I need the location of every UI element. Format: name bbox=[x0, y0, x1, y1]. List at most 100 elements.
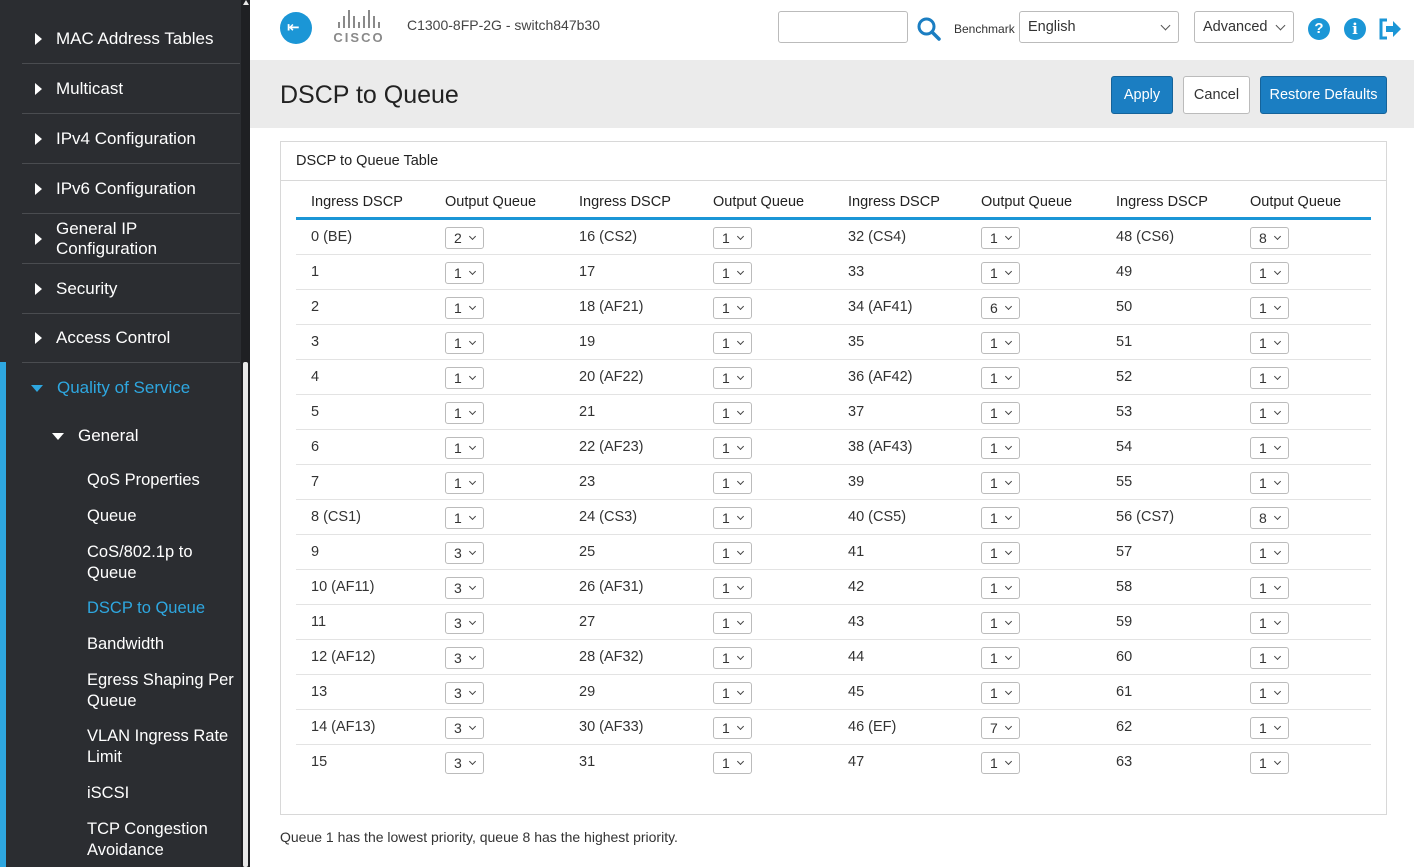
sidebar-item-general[interactable]: General bbox=[52, 418, 138, 454]
output-queue-select[interactable]: 1 bbox=[713, 367, 752, 389]
sidebar-subitem-egress-shaping[interactable]: Egress Shaping Per Queue bbox=[87, 670, 237, 712]
output-queue-select[interactable]: 1 bbox=[713, 577, 752, 599]
output-queue-select[interactable]: 1 bbox=[1250, 542, 1289, 564]
sidebar-subitem-cos-to-queue[interactable]: CoS/802.1p to Queue bbox=[87, 542, 207, 584]
output-queue-select[interactable]: 3 bbox=[445, 682, 484, 704]
output-queue-select[interactable]: 3 bbox=[445, 752, 484, 774]
output-queue-select[interactable]: 6 bbox=[981, 297, 1020, 319]
output-queue-select[interactable]: 1 bbox=[1250, 717, 1289, 739]
output-queue-select[interactable]: 1 bbox=[713, 472, 752, 494]
restore-defaults-button[interactable]: Restore Defaults bbox=[1260, 76, 1387, 114]
output-queue-select[interactable]: 1 bbox=[981, 647, 1020, 669]
output-queue-select[interactable]: 2 bbox=[445, 227, 484, 249]
output-queue-select[interactable]: 8 bbox=[1250, 507, 1289, 529]
sidebar-subitem-queue[interactable]: Queue bbox=[87, 506, 237, 527]
output-queue-select[interactable]: 1 bbox=[445, 262, 484, 284]
output-queue-select[interactable]: 1 bbox=[981, 682, 1020, 704]
output-queue-select[interactable]: 1 bbox=[713, 752, 752, 774]
output-queue-select[interactable]: 1 bbox=[713, 507, 752, 529]
chevron-down-icon bbox=[468, 617, 477, 626]
output-queue-select[interactable]: 1 bbox=[981, 752, 1020, 774]
output-queue-select[interactable]: 1 bbox=[713, 437, 752, 459]
output-queue-select[interactable]: 1 bbox=[445, 472, 484, 494]
output-queue-select[interactable]: 1 bbox=[713, 297, 752, 319]
output-queue-select[interactable]: 1 bbox=[981, 507, 1020, 529]
output-queue-select[interactable]: 1 bbox=[981, 402, 1020, 424]
output-queue-select[interactable]: 3 bbox=[445, 717, 484, 739]
output-queue-select[interactable]: 7 bbox=[981, 717, 1020, 739]
output-queue-select[interactable]: 1 bbox=[1250, 332, 1289, 354]
output-queue-select[interactable]: 1 bbox=[713, 227, 752, 249]
output-queue-select[interactable]: 1 bbox=[1250, 262, 1289, 284]
ingress-dscp-value: 62 bbox=[1116, 719, 1133, 735]
output-queue-select[interactable]: 1 bbox=[981, 367, 1020, 389]
apply-button[interactable]: Apply bbox=[1111, 76, 1173, 114]
output-queue-select[interactable]: 1 bbox=[1250, 577, 1289, 599]
sidebar-item-security[interactable]: Security bbox=[22, 264, 240, 314]
output-queue-select[interactable]: 3 bbox=[445, 542, 484, 564]
output-queue-select[interactable]: 1 bbox=[981, 612, 1020, 634]
sidebar-item-multicast[interactable]: Multicast bbox=[22, 64, 240, 114]
output-queue-select[interactable]: 1 bbox=[1250, 472, 1289, 494]
output-queue-select[interactable]: 3 bbox=[445, 647, 484, 669]
sidebar-subitem-tcp-congestion-avoidance[interactable]: TCP Congestion Avoidance bbox=[87, 819, 237, 861]
output-queue-select[interactable]: 1 bbox=[445, 367, 484, 389]
output-queue-select[interactable]: 1 bbox=[713, 332, 752, 354]
sidebar-subitem-qos-properties[interactable]: QoS Properties bbox=[87, 470, 237, 491]
output-queue-select[interactable]: 1 bbox=[1250, 612, 1289, 634]
output-queue-select[interactable]: 1 bbox=[1250, 297, 1289, 319]
output-queue-select[interactable]: 1 bbox=[713, 262, 752, 284]
sidebar-item-general-ip-configuration[interactable]: General IP Configuration bbox=[22, 214, 240, 264]
column-header-ingress-dscp: Ingress DSCP bbox=[311, 194, 403, 210]
sidebar-subitem-vlan-ingress-rate-limit[interactable]: VLAN Ingress Rate Limit bbox=[87, 726, 237, 768]
scroll-up-arrow-icon[interactable] bbox=[243, 0, 249, 5]
output-queue-select[interactable]: 1 bbox=[1250, 752, 1289, 774]
sidebar-item-ipv6-configuration[interactable]: IPv6 Configuration bbox=[22, 164, 240, 214]
output-queue-select[interactable]: 3 bbox=[445, 577, 484, 599]
sidebar-scroll-thumb[interactable] bbox=[243, 362, 248, 867]
output-queue-select[interactable]: 1 bbox=[981, 262, 1020, 284]
sidebar-item-access-control[interactable]: Access Control bbox=[22, 313, 240, 363]
output-queue-select[interactable]: 3 bbox=[445, 612, 484, 634]
sidebar-item-ipv4-configuration[interactable]: IPv4 Configuration bbox=[22, 114, 240, 164]
help-icon[interactable]: ? bbox=[1308, 18, 1330, 40]
output-queue-select[interactable]: 1 bbox=[1250, 682, 1289, 704]
mode-select[interactable]: Advanced bbox=[1194, 11, 1294, 43]
output-queue-select[interactable]: 1 bbox=[981, 577, 1020, 599]
output-queue-select[interactable]: 1 bbox=[445, 332, 484, 354]
output-queue-select[interactable]: 1 bbox=[445, 297, 484, 319]
output-queue-select[interactable]: 1 bbox=[981, 437, 1020, 459]
sidebar-subitem-iscsi[interactable]: iSCSI bbox=[87, 783, 237, 804]
sidebar-subitem-dscp-to-queue[interactable]: DSCP to Queue bbox=[87, 598, 237, 619]
output-queue-select[interactable]: 1 bbox=[1250, 437, 1289, 459]
search-input[interactable] bbox=[778, 11, 908, 43]
output-queue-select[interactable]: 8 bbox=[1250, 227, 1289, 249]
cancel-button[interactable]: Cancel bbox=[1183, 76, 1250, 114]
benchmark-label: Benchmark bbox=[954, 22, 1015, 36]
output-queue-select[interactable]: 1 bbox=[981, 542, 1020, 564]
output-queue-select[interactable]: 1 bbox=[713, 402, 752, 424]
logout-icon[interactable] bbox=[1378, 18, 1402, 40]
output-queue-select[interactable]: 1 bbox=[713, 717, 752, 739]
output-queue-select[interactable]: 1 bbox=[445, 507, 484, 529]
output-queue-select[interactable]: 1 bbox=[713, 612, 752, 634]
ingress-dscp-value: 29 bbox=[579, 684, 596, 700]
output-queue-select[interactable]: 1 bbox=[1250, 647, 1289, 669]
output-queue-select[interactable]: 1 bbox=[981, 332, 1020, 354]
sidebar-subitem-bandwidth[interactable]: Bandwidth bbox=[87, 634, 237, 655]
output-queue-select[interactable]: 1 bbox=[713, 647, 752, 669]
sidebar-item-mac-address-tables[interactable]: MAC Address Tables bbox=[22, 14, 240, 64]
output-queue-select[interactable]: 1 bbox=[1250, 402, 1289, 424]
info-icon[interactable]: i bbox=[1344, 18, 1366, 40]
output-queue-select[interactable]: 1 bbox=[981, 227, 1020, 249]
output-queue-select[interactable]: 1 bbox=[1250, 367, 1289, 389]
output-queue-select[interactable]: 1 bbox=[713, 682, 752, 704]
output-queue-select[interactable]: 1 bbox=[713, 542, 752, 564]
output-queue-select[interactable]: 1 bbox=[445, 402, 484, 424]
language-select[interactable]: English bbox=[1019, 11, 1179, 43]
output-queue-select[interactable]: 1 bbox=[981, 472, 1020, 494]
nav-toggle-button[interactable]: ⇤ bbox=[280, 12, 312, 44]
search-icon[interactable] bbox=[916, 16, 942, 42]
output-queue-select[interactable]: 1 bbox=[445, 437, 484, 459]
sidebar-item-quality-of-service[interactable]: Quality of Service bbox=[22, 368, 190, 408]
